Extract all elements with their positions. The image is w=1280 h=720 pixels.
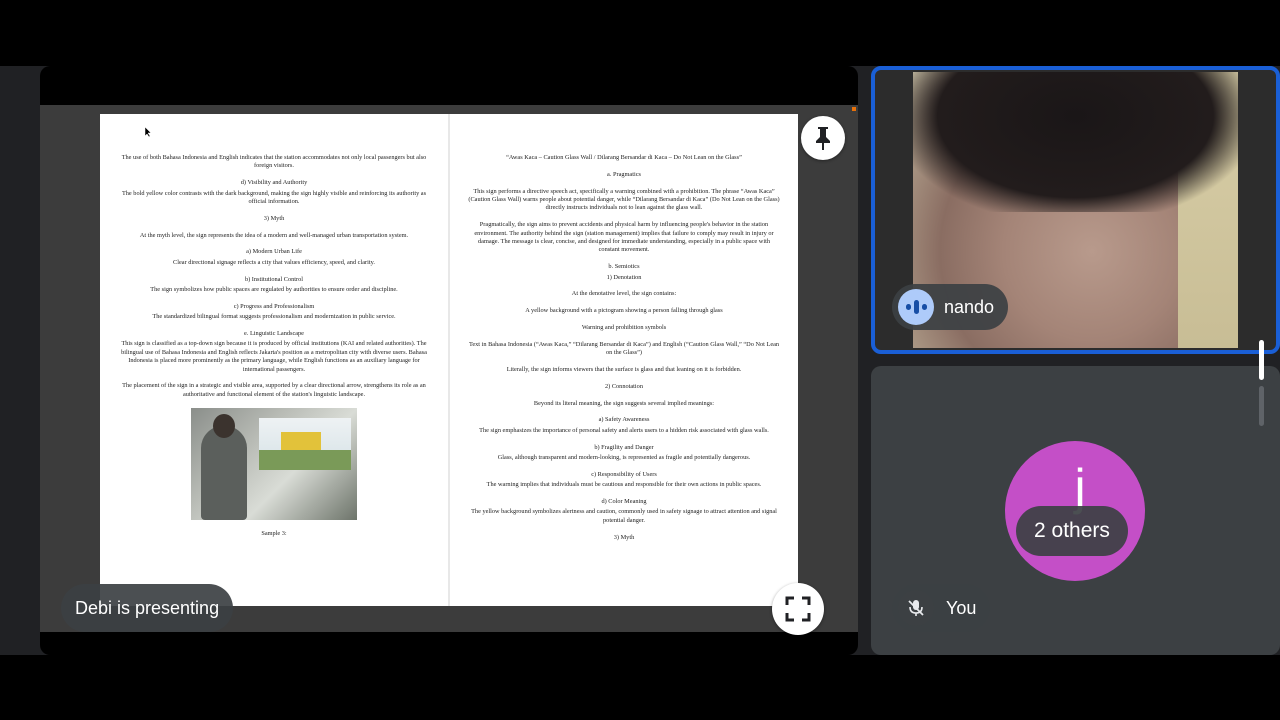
paragraph: Literally, the sign informs viewers that… — [506, 366, 742, 374]
heading: b) Institutional Control — [244, 275, 304, 283]
right-page-text: “Awas Kaca – Caution Glass Wall / Dilara… — [468, 154, 780, 550]
document-page-left: The use of both Bahasa Indonesia and Eng… — [100, 114, 448, 606]
heading: 2) Connotation — [605, 382, 643, 390]
fullscreen-icon — [785, 596, 811, 622]
heading: e. Linguistic Landscape — [244, 330, 304, 338]
photo-caption: Sample 3: — [261, 529, 287, 537]
heading: d) Color Meaning — [601, 498, 647, 506]
participant-name: nando — [944, 296, 995, 317]
others-count-label: 2 others — [1034, 519, 1110, 542]
left-page-text: The use of both Bahasa Indonesia and Eng… — [118, 154, 430, 546]
pin-icon — [816, 127, 830, 150]
shared-document: The use of both Bahasa Indonesia and Eng… — [40, 105, 858, 632]
heading: c) Responsibility of Users — [591, 470, 657, 478]
paragraph: At the myth level, the sign represents t… — [139, 231, 409, 239]
heading: 3) Myth — [263, 214, 285, 222]
paragraph: This sign performs a directive speech ac… — [468, 187, 780, 212]
heading: 1) Denotation — [606, 273, 642, 281]
paragraph: The bold yellow color contrasts with the… — [121, 189, 427, 206]
recording-indicator — [852, 107, 856, 111]
heading: a) Modern Urban Life — [246, 248, 302, 256]
mic-off-icon — [898, 590, 934, 626]
paragraph: The warning implies that individuals mus… — [486, 481, 762, 489]
paragraph: The standardized bilingual format sugges… — [152, 313, 396, 321]
paragraph: The placement of the sign in a strategic… — [122, 382, 426, 398]
mouse-cursor-icon — [145, 127, 152, 137]
paragraph: “Awas Kaca – Caution Glass Wall / Dilara… — [506, 154, 742, 161]
paragraph: The yellow background symbolizes alertne… — [471, 508, 777, 524]
paragraph: Text in Bahasa Indonesia (“Awas Kaca,” “… — [468, 340, 780, 357]
document-page-right: “Awas Kaca – Caution Glass Wall / Dilara… — [450, 114, 798, 606]
presenting-label: Debi is presenting — [61, 584, 234, 632]
heading: c) Progress and Professionalism — [233, 302, 315, 310]
heading: a. Pragmatics — [607, 170, 641, 178]
heading: a) Safety Awareness — [598, 416, 650, 424]
heading: b) Fragility and Danger — [594, 443, 654, 451]
paragraph: This sign is classified as a top-down si… — [121, 340, 427, 373]
self-name: You — [946, 597, 977, 618]
speaking-indicator-icon — [898, 289, 934, 325]
paragraph: Pragmatically, the sign aims to prevent … — [474, 221, 774, 254]
document-photo — [191, 407, 357, 520]
others-count-chip: 2 others — [1016, 506, 1128, 556]
scrollbar-thumb[interactable] — [1259, 340, 1264, 380]
paragraph: Glass, although transparent and modern-l… — [497, 454, 751, 462]
heading: b. Semiotics — [608, 263, 640, 271]
paragraph: At the denotative level, the sign contai… — [571, 290, 677, 298]
paragraph: The sign symbolizes how public spaces ar… — [150, 286, 398, 294]
paragraph: The sign emphasizes the importance of pe… — [479, 426, 769, 434]
self-name-chip: You — [892, 584, 991, 632]
paragraph: Clear directional signage reflects a cit… — [173, 258, 375, 266]
fullscreen-button[interactable] — [772, 583, 824, 635]
pin-button[interactable] — [801, 116, 845, 160]
paragraph: Warning and prohibition symbols — [581, 324, 667, 332]
heading: 3) Myth — [613, 533, 635, 541]
paragraph: The use of both Bahasa Indonesia and Eng… — [121, 154, 427, 170]
paragraph: A yellow background with a pictogram sho… — [525, 307, 723, 315]
participant-name-chip: nando — [892, 284, 1009, 330]
presentation-tile[interactable]: The use of both Bahasa Indonesia and Eng… — [40, 66, 858, 655]
paragraph: Beyond its literal meaning, the sign sug… — [533, 399, 715, 407]
presenting-text: Debi is presenting — [75, 597, 220, 618]
heading: d) Visibility and Authority — [240, 179, 308, 187]
scrollbar-track-segment[interactable] — [1259, 386, 1264, 426]
